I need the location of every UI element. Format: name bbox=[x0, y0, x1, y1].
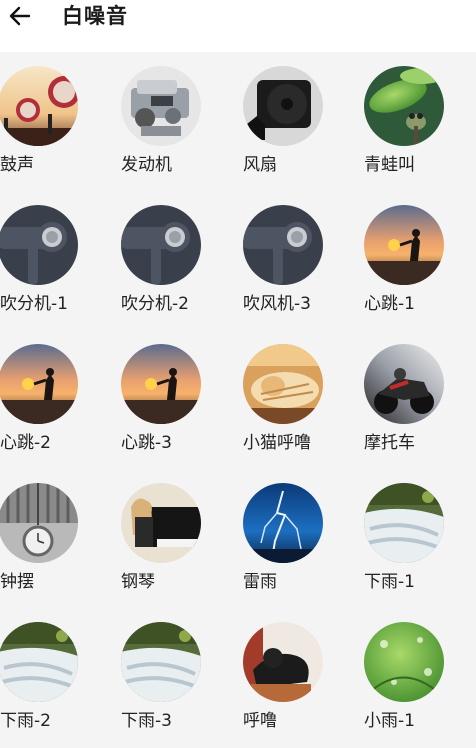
sound-item-label: 小雨-1 bbox=[364, 711, 415, 731]
sound-item-label: 雷雨 bbox=[243, 572, 277, 592]
sound-item-label: 下雨-2 bbox=[0, 711, 51, 731]
sound-item[interactable]: 风扇 bbox=[243, 52, 363, 190]
dog-thumbnail[interactable] bbox=[243, 622, 323, 702]
sound-item[interactable]: 吹分机-2 bbox=[121, 191, 241, 329]
sound-item[interactable]: 心跳-3 bbox=[121, 330, 241, 468]
engine-thumbnail[interactable] bbox=[121, 66, 201, 146]
app-header: 白噪音 bbox=[0, 0, 476, 52]
sound-item-label: 心跳-1 bbox=[364, 294, 415, 314]
sound-item[interactable]: 发动机 bbox=[121, 52, 241, 190]
sound-item[interactable]: 青蛙叫 bbox=[364, 52, 476, 190]
lightning-thumbnail[interactable] bbox=[243, 483, 323, 563]
back-button[interactable] bbox=[4, 2, 36, 30]
hair-dryer-thumbnail[interactable] bbox=[0, 205, 78, 285]
sound-item[interactable]: 小雨-1 bbox=[364, 608, 476, 746]
sound-item-label: 鼓声 bbox=[0, 155, 34, 175]
page-title: 白噪音 bbox=[62, 4, 128, 28]
fan-thumbnail[interactable] bbox=[243, 66, 323, 146]
sound-grid: 鼓声 发动机 风扇 青蛙叫吹分机-1 吹分机-2 吹风机-3 心跳-1 心跳-2 心跳-3 小猫呼… bbox=[0, 52, 476, 748]
hair-dryer-thumbnail[interactable] bbox=[121, 205, 201, 285]
sound-item-label: 下雨-1 bbox=[364, 572, 415, 592]
sound-item[interactable]: 下雨-1 bbox=[364, 469, 476, 607]
sound-item-label: 吹风机-3 bbox=[243, 294, 311, 314]
sound-item[interactable]: 呼噜 bbox=[243, 608, 363, 746]
cat-thumbnail[interactable] bbox=[243, 344, 323, 424]
sound-item-label: 发动机 bbox=[121, 155, 172, 175]
piano-thumbnail[interactable] bbox=[121, 483, 201, 563]
waterfall-thumbnail[interactable] bbox=[0, 622, 78, 702]
sunset-silhouette-thumbnail[interactable] bbox=[0, 344, 78, 424]
sound-item-label: 风扇 bbox=[243, 155, 277, 175]
sound-item-label: 钟摆 bbox=[0, 572, 34, 592]
waterfall-thumbnail[interactable] bbox=[121, 622, 201, 702]
motorcycle-thumbnail[interactable] bbox=[364, 344, 444, 424]
sound-item-label: 青蛙叫 bbox=[364, 155, 415, 175]
sound-item[interactable]: 心跳-2 bbox=[0, 330, 120, 468]
sound-item[interactable]: 鼓声 bbox=[0, 52, 120, 190]
sunset-silhouette-thumbnail[interactable] bbox=[364, 205, 444, 285]
sunset-silhouette-thumbnail[interactable] bbox=[121, 344, 201, 424]
sound-item[interactable]: 钢琴 bbox=[121, 469, 241, 607]
sound-item[interactable]: 钟摆 bbox=[0, 469, 120, 607]
sound-item-label: 心跳-3 bbox=[121, 433, 172, 453]
sound-item-label: 小猫呼噜 bbox=[243, 433, 311, 453]
sound-item-label: 心跳-2 bbox=[0, 433, 51, 453]
sound-item-label: 摩托车 bbox=[364, 433, 415, 453]
sound-item-label: 下雨-3 bbox=[121, 711, 172, 731]
drum-thumbnail[interactable] bbox=[0, 66, 78, 146]
sound-item[interactable]: 下雨-2 bbox=[0, 608, 120, 746]
sound-item-label: 吹分机-1 bbox=[0, 294, 68, 314]
sound-item[interactable]: 小猫呼噜 bbox=[243, 330, 363, 468]
sound-item[interactable]: 摩托车 bbox=[364, 330, 476, 468]
raindrop-leaf-thumbnail[interactable] bbox=[364, 622, 444, 702]
frog-thumbnail[interactable] bbox=[364, 66, 444, 146]
waterfall-thumbnail[interactable] bbox=[364, 483, 444, 563]
arrow-left-icon bbox=[9, 6, 31, 26]
pocket-watch-thumbnail[interactable] bbox=[0, 483, 78, 563]
sound-item-label: 吹分机-2 bbox=[121, 294, 189, 314]
sound-item-label: 钢琴 bbox=[121, 572, 155, 592]
sound-item[interactable]: 吹分机-1 bbox=[0, 191, 120, 329]
sound-item-label: 呼噜 bbox=[243, 711, 277, 731]
sound-item[interactable]: 雷雨 bbox=[243, 469, 363, 607]
sound-item[interactable]: 吹风机-3 bbox=[243, 191, 363, 329]
hair-dryer-thumbnail[interactable] bbox=[243, 205, 323, 285]
sound-item[interactable]: 心跳-1 bbox=[364, 191, 476, 329]
sound-item[interactable]: 下雨-3 bbox=[121, 608, 241, 746]
